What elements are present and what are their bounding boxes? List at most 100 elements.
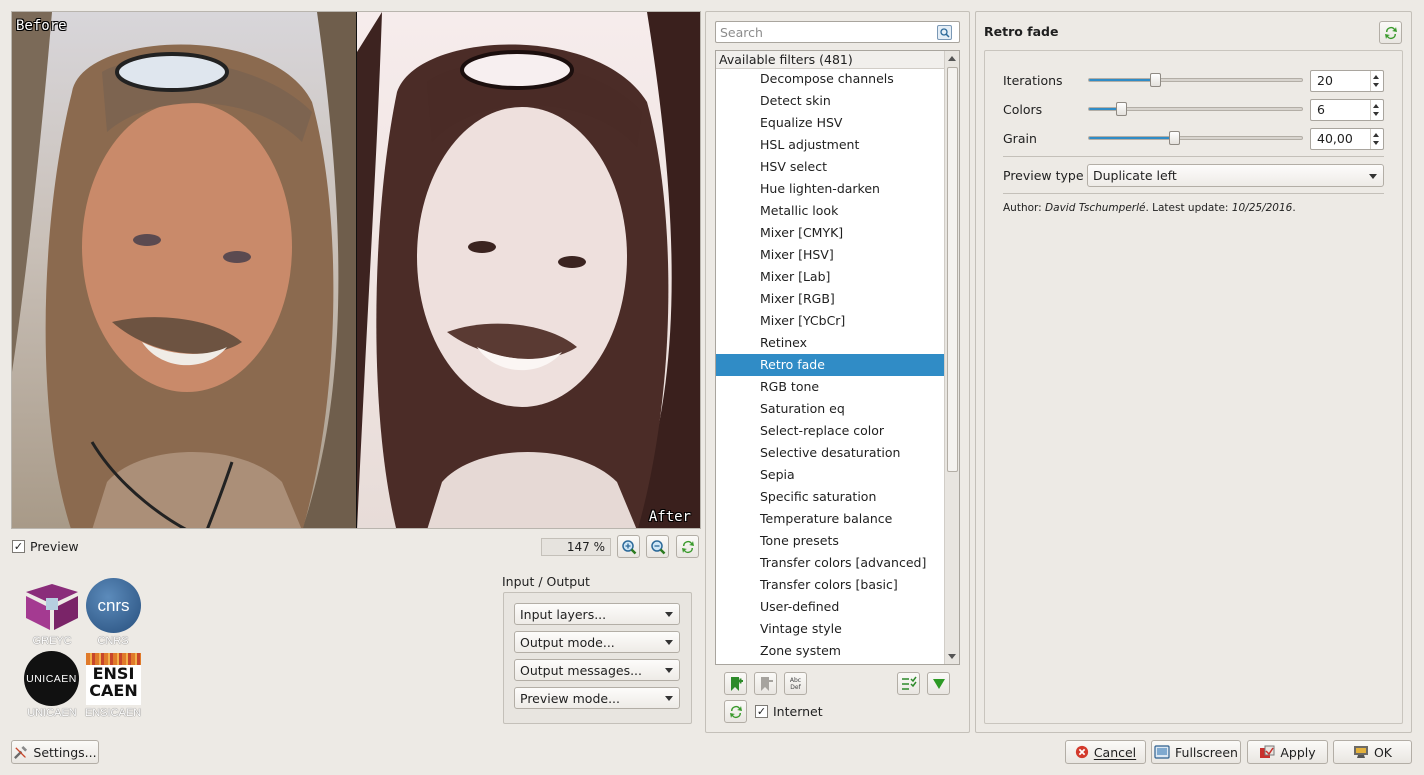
preview-mode-value: Preview mode... xyxy=(520,690,620,706)
preview-checkbox[interactable]: ✓ xyxy=(12,540,25,553)
filters-list-header: Available filters (481) xyxy=(716,51,945,69)
scroll-down-icon[interactable] xyxy=(948,654,956,659)
reset-params-button[interactable] xyxy=(1379,21,1402,44)
filter-item[interactable]: Select-replace color xyxy=(716,420,945,442)
apply-button[interactable]: Apply xyxy=(1247,740,1328,764)
colors-slider[interactable] xyxy=(1088,102,1303,116)
scroll-up-icon[interactable] xyxy=(948,56,956,61)
colors-slider-handle[interactable] xyxy=(1115,102,1127,116)
filters-scrollbar-thumb[interactable] xyxy=(947,67,958,472)
remove-favorite-button[interactable] xyxy=(754,672,777,695)
params-separator-2 xyxy=(1003,193,1384,194)
filter-item[interactable]: Retro fade xyxy=(716,354,945,376)
add-favorite-button[interactable] xyxy=(724,672,747,695)
filter-item[interactable]: Retinex xyxy=(716,332,945,354)
grain-slider[interactable] xyxy=(1088,131,1303,145)
filter-item[interactable]: User-defined xyxy=(716,596,945,618)
filter-item[interactable]: Mixer [Lab] xyxy=(716,266,945,288)
filters-list[interactable]: Available filters (481) Decompose channe… xyxy=(715,50,960,665)
spin-up-icon[interactable] xyxy=(1373,133,1379,137)
chevron-down-icon xyxy=(1369,173,1377,179)
filter-item[interactable]: Detect skin xyxy=(716,90,945,112)
colors-label: Colors xyxy=(1003,102,1043,117)
chevron-down-icon xyxy=(665,612,673,617)
settings-button[interactable]: Settings... xyxy=(11,740,99,764)
search-icon[interactable] xyxy=(937,25,952,40)
filter-item[interactable]: HSL adjustment xyxy=(716,134,945,156)
refresh-icon xyxy=(1384,26,1397,39)
apply-label: Apply xyxy=(1280,744,1316,760)
output-messages-combo[interactable]: Output messages... xyxy=(514,659,680,681)
ensicaen-logo-mark-1: ENSI xyxy=(92,664,135,683)
iterations-spinbox[interactable]: 20 xyxy=(1310,70,1384,92)
spin-up-icon[interactable] xyxy=(1373,104,1379,108)
iterations-value: 20 xyxy=(1317,73,1333,88)
filter-item[interactable]: Vintage style xyxy=(716,618,945,640)
filter-item[interactable]: Equalize HSV xyxy=(716,112,945,134)
filter-item[interactable]: Mixer [RGB] xyxy=(716,288,945,310)
before-label: Before xyxy=(16,18,67,34)
fullscreen-button[interactable]: Fullscreen xyxy=(1151,740,1241,764)
grain-slider-handle[interactable] xyxy=(1169,131,1181,145)
output-mode-combo[interactable]: Output mode... xyxy=(514,631,680,653)
filter-item[interactable]: RGB tone xyxy=(716,376,945,398)
ensicaen-logo: ENSI CAEN xyxy=(86,653,141,705)
output-messages-value: Output messages... xyxy=(520,662,643,678)
preview-area[interactable]: Before After xyxy=(11,11,701,529)
settings-label: Settings... xyxy=(33,744,97,760)
filter-item[interactable]: Metallic look xyxy=(716,200,945,222)
filter-item[interactable]: HSV select xyxy=(716,156,945,178)
update-filters-button[interactable] xyxy=(724,700,747,723)
preview-mode-combo[interactable]: Preview mode... xyxy=(514,687,680,709)
filter-item[interactable]: Hue lighten-darken xyxy=(716,178,945,200)
colors-spinbox[interactable]: 6 xyxy=(1310,99,1384,121)
filter-item[interactable]: Saturation eq xyxy=(716,398,945,420)
params-separator xyxy=(1003,156,1384,157)
input-layers-combo[interactable]: Input layers... xyxy=(514,603,680,625)
zoom-out-button[interactable] xyxy=(646,535,669,558)
filter-item[interactable]: Zone system xyxy=(716,640,945,662)
greyc-caption: GREYC xyxy=(32,635,72,647)
select-filters-button[interactable] xyxy=(897,672,920,695)
filter-item[interactable]: Transfer colors [advanced] xyxy=(716,552,945,574)
fullscreen-label: Fullscreen xyxy=(1175,744,1238,760)
filter-item[interactable]: Sepia xyxy=(716,464,945,486)
zoom-in-icon xyxy=(621,539,636,554)
spin-down-icon[interactable] xyxy=(1373,141,1379,145)
rename-favorite-button[interactable]: Abc Def xyxy=(784,672,807,695)
filter-item[interactable]: Decompose channels xyxy=(716,68,945,90)
colors-value: 6 xyxy=(1317,102,1325,117)
filter-item[interactable]: Mixer [HSV] xyxy=(716,244,945,266)
filter-item[interactable]: Selective desaturation xyxy=(716,442,945,464)
grain-spinbox[interactable]: 40,00 xyxy=(1310,128,1384,150)
ok-button[interactable]: OK xyxy=(1333,740,1412,764)
preview-type-combo[interactable]: Duplicate left xyxy=(1087,164,1384,187)
cancel-button[interactable]: Cancel xyxy=(1065,740,1146,764)
iterations-slider-fill xyxy=(1089,79,1156,81)
spin-down-icon[interactable] xyxy=(1373,112,1379,116)
filter-item[interactable]: Mixer [YCbCr] xyxy=(716,310,945,332)
internet-checkbox[interactable]: ✓ xyxy=(755,705,768,718)
spin-down-icon[interactable] xyxy=(1373,83,1379,87)
filter-item[interactable]: Tone presets xyxy=(716,530,945,552)
refresh-preview-button[interactable] xyxy=(676,535,699,558)
ensicaen-caption: ENSICAEN xyxy=(84,707,142,719)
filters-scrollbar[interactable] xyxy=(944,51,959,664)
preview-split-line[interactable] xyxy=(356,12,357,528)
spin-up-icon[interactable] xyxy=(1373,75,1379,79)
refresh-icon xyxy=(729,705,742,718)
iterations-slider[interactable] xyxy=(1088,73,1303,87)
filter-item[interactable]: Specific saturation xyxy=(716,486,945,508)
ok-icon xyxy=(1353,746,1368,758)
expand-collapse-button[interactable] xyxy=(927,672,950,695)
zoom-in-button[interactable] xyxy=(617,535,640,558)
cnrs-logo-mark: cnrs xyxy=(97,595,130,615)
iterations-slider-handle[interactable] xyxy=(1150,73,1162,87)
search-input[interactable] xyxy=(715,21,960,43)
filter-item[interactable]: Transfer colors [basic] xyxy=(716,574,945,596)
filter-item[interactable]: Mixer [CMYK] xyxy=(716,222,945,244)
filter-item[interactable]: Temperature balance xyxy=(716,508,945,530)
internet-label: Internet xyxy=(773,704,823,719)
fullscreen-icon xyxy=(1154,745,1170,759)
preview-before-image xyxy=(12,12,356,528)
